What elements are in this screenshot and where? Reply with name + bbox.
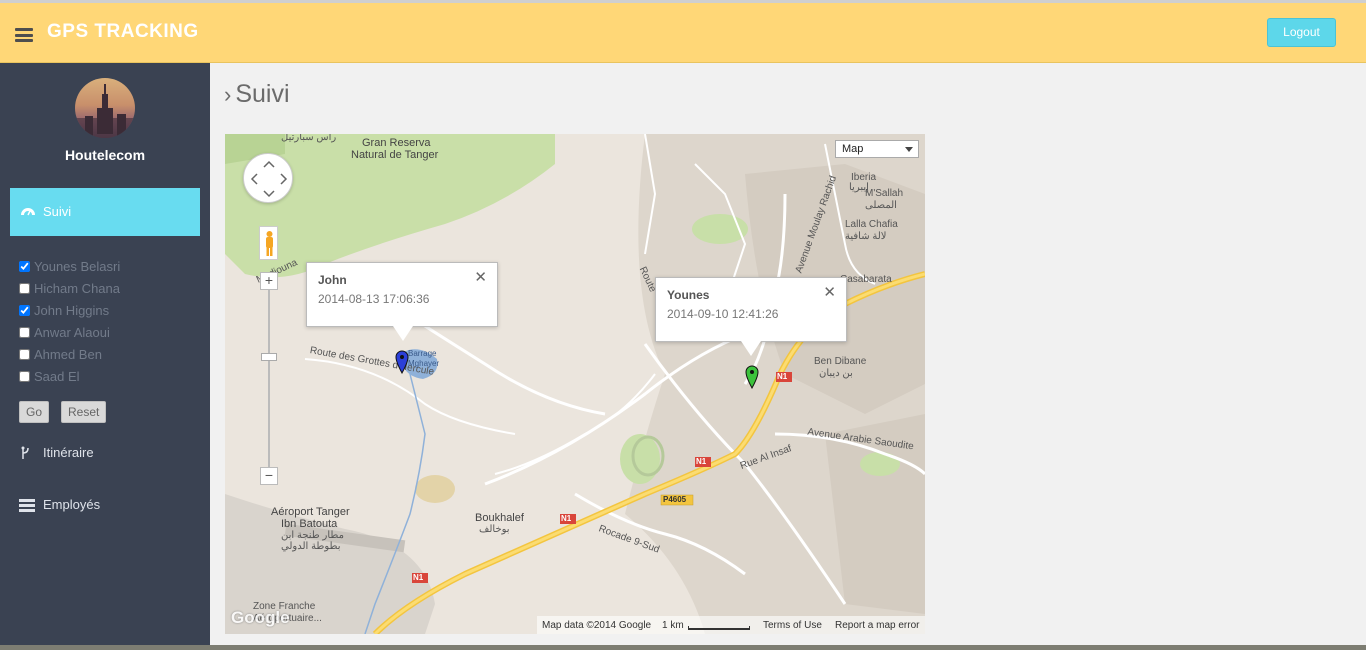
taskbar-strip (0, 645, 1366, 650)
map-label: لالة شافية (845, 231, 887, 242)
street-view-pegman-icon[interactable] (259, 226, 278, 260)
terms-link[interactable]: Terms of Use (763, 620, 822, 631)
page-title: › Suivi (224, 80, 290, 109)
logout-button[interactable]: Logout (1267, 18, 1336, 47)
pan-arrows-icon (250, 160, 288, 198)
sidebar-item-employes[interactable]: Employés (19, 497, 100, 512)
list-item[interactable]: John Higgins (19, 299, 120, 321)
map-label: Mghayer (408, 359, 440, 368)
popup-tail (741, 341, 761, 356)
map-label: راس سبارتيل (281, 134, 337, 143)
employee-checkbox[interactable] (19, 348, 30, 360)
map-label: Aéroport Tanger (271, 506, 350, 518)
map-type-label: Map (842, 143, 864, 155)
list-item[interactable]: Younes Belasri (19, 255, 120, 277)
road-shield-n1: N1 (413, 573, 424, 582)
map-label: Lalla Chafia (845, 219, 898, 230)
dashboard-icon (21, 208, 35, 216)
sidebar-item-itineraire[interactable]: Itinéraire (19, 445, 94, 460)
map-label: مطار طنجة ابن (281, 530, 344, 541)
zoom-out-button[interactable]: − (260, 467, 278, 485)
map-label: Natural de Tanger (351, 149, 439, 161)
map-type-select[interactable]: Map (835, 140, 919, 158)
popup-name: Younes (667, 288, 710, 302)
top-bar: GPS TRACKING Logout (0, 0, 1366, 63)
road-shield-n1: N1 (696, 457, 707, 466)
employee-checkbox[interactable] (19, 370, 30, 382)
list-icon (19, 498, 35, 512)
sidebar-item-suivi[interactable]: Suivi (10, 188, 200, 236)
map-label: المصلى (865, 200, 897, 211)
zoom-slider-thumb[interactable] (261, 353, 277, 361)
zoom-slider-track[interactable] (268, 289, 270, 479)
report-error-link[interactable]: Report a map error (835, 620, 919, 631)
popup-time: 2014-09-10 12:41:26 (667, 307, 779, 321)
map-label: بن ديبان (819, 368, 853, 379)
info-window-younes[interactable]: Younes 2014-09-10 12:41:26 ✕ (655, 277, 847, 356)
sidebar-item-label: Suivi (43, 204, 72, 219)
map-scale-bar (688, 626, 750, 630)
popup-name: John (318, 273, 347, 287)
google-logo: Google (231, 608, 290, 627)
filter-buttons: Go Reset (19, 401, 107, 423)
chevron-right-icon: › (224, 81, 232, 107)
map-label: M'Sallah (865, 188, 904, 199)
sidebar: Houtelecom Suivi Younes Belasri Hicham C… (0, 63, 210, 650)
map-label: Barrage (408, 349, 437, 358)
map-marker-john-icon[interactable] (395, 350, 409, 374)
reset-button[interactable]: Reset (61, 401, 107, 423)
chevron-down-icon (905, 147, 913, 152)
map-label: Casabarata (840, 274, 892, 285)
map-footer: Map data ©2014 Google 1 km Terms of Use … (537, 616, 925, 634)
map-label: Ibn Batouta (281, 518, 338, 530)
route-icon (21, 446, 29, 459)
go-button[interactable]: Go (19, 401, 50, 423)
road-shield-n1: N1 (561, 514, 572, 523)
map-label: بطوطة الدولي (281, 541, 341, 552)
employee-checkbox[interactable] (19, 304, 30, 316)
road-shield-p4605: P4605 (663, 495, 687, 504)
username: Houtelecom (64, 147, 146, 163)
list-item[interactable]: Hicham Chana (19, 277, 120, 299)
map-marker-younes-icon[interactable] (745, 365, 759, 389)
brand-title: GPS TRACKING (47, 21, 199, 42)
info-window-john[interactable]: John 2014-08-13 17:06:36 ✕ (306, 262, 498, 341)
pan-control[interactable] (243, 153, 293, 203)
sidebar-item-label: Employés (43, 497, 101, 512)
close-icon[interactable]: ✕ (474, 270, 487, 285)
list-item[interactable]: Anwar Alaoui (19, 321, 120, 343)
employee-checkbox[interactable] (19, 260, 30, 272)
map-attribution: Map data ©2014 Google (542, 620, 652, 631)
map-label: بوخالف (479, 524, 510, 535)
popup-tail (393, 326, 413, 341)
map-view[interactable]: N1 N1 N1 N1 P4605 راس سبارتيل Gran Reser… (225, 134, 925, 634)
menu-icon[interactable] (15, 28, 33, 42)
zoom-in-button[interactable]: + (260, 272, 278, 290)
map-label: Ben Dibane (814, 356, 867, 367)
popup-time: 2014-08-13 17:06:36 (318, 292, 430, 306)
page-title-text: Suivi (235, 80, 290, 108)
map-label: Gran Reserva (362, 137, 431, 149)
employee-checkbox[interactable] (19, 326, 30, 338)
road-shield-n1: N1 (777, 372, 788, 381)
sidebar-item-label: Itinéraire (43, 445, 94, 460)
employee-checkbox[interactable] (19, 282, 30, 294)
map-scale-label: 1 km (662, 620, 684, 631)
close-icon[interactable]: ✕ (823, 285, 836, 300)
employee-list: Younes Belasri Hicham Chana John Higgins… (19, 255, 120, 387)
list-item[interactable]: Ahmed Ben (19, 343, 120, 365)
avatar (75, 78, 135, 138)
list-item[interactable]: Saad El (19, 365, 120, 387)
map-label: Boukhalef (475, 512, 524, 524)
